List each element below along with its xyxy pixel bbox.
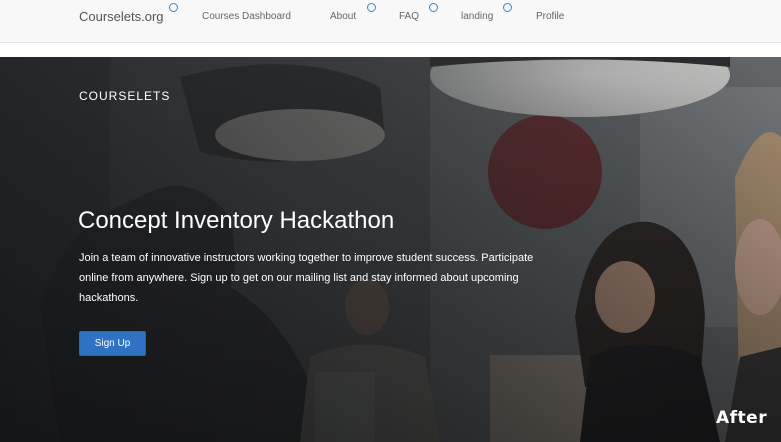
sign-up-button[interactable]: Sign Up bbox=[79, 331, 146, 356]
hero-title: Concept Inventory Hackathon bbox=[78, 207, 395, 234]
brand-link[interactable]: Courselets.org bbox=[79, 9, 164, 24]
nav-link-profile[interactable]: Profile bbox=[536, 11, 564, 22]
hero-section: COURSELETS Concept Inventory Hackathon J… bbox=[0, 57, 781, 442]
hero-eyebrow: COURSELETS bbox=[79, 89, 171, 103]
after-watermark: After bbox=[716, 408, 768, 428]
nav-link-about[interactable]: About bbox=[330, 11, 356, 22]
nav-indicator-icon bbox=[367, 3, 376, 12]
top-navbar: Courselets.org Courses Dashboard About F… bbox=[0, 0, 781, 43]
nav-link-faq[interactable]: FAQ bbox=[399, 11, 419, 22]
header-spacer bbox=[0, 43, 781, 57]
nav-indicator-icon bbox=[503, 3, 512, 12]
nav-link-courses-dashboard[interactable]: Courses Dashboard bbox=[202, 11, 291, 22]
nav-link-landing[interactable]: landing bbox=[461, 11, 493, 22]
nav-indicator-icon bbox=[169, 3, 178, 12]
nav-indicator-icon bbox=[429, 3, 438, 12]
hero-description: Join a team of innovative instructors wo… bbox=[79, 252, 534, 304]
